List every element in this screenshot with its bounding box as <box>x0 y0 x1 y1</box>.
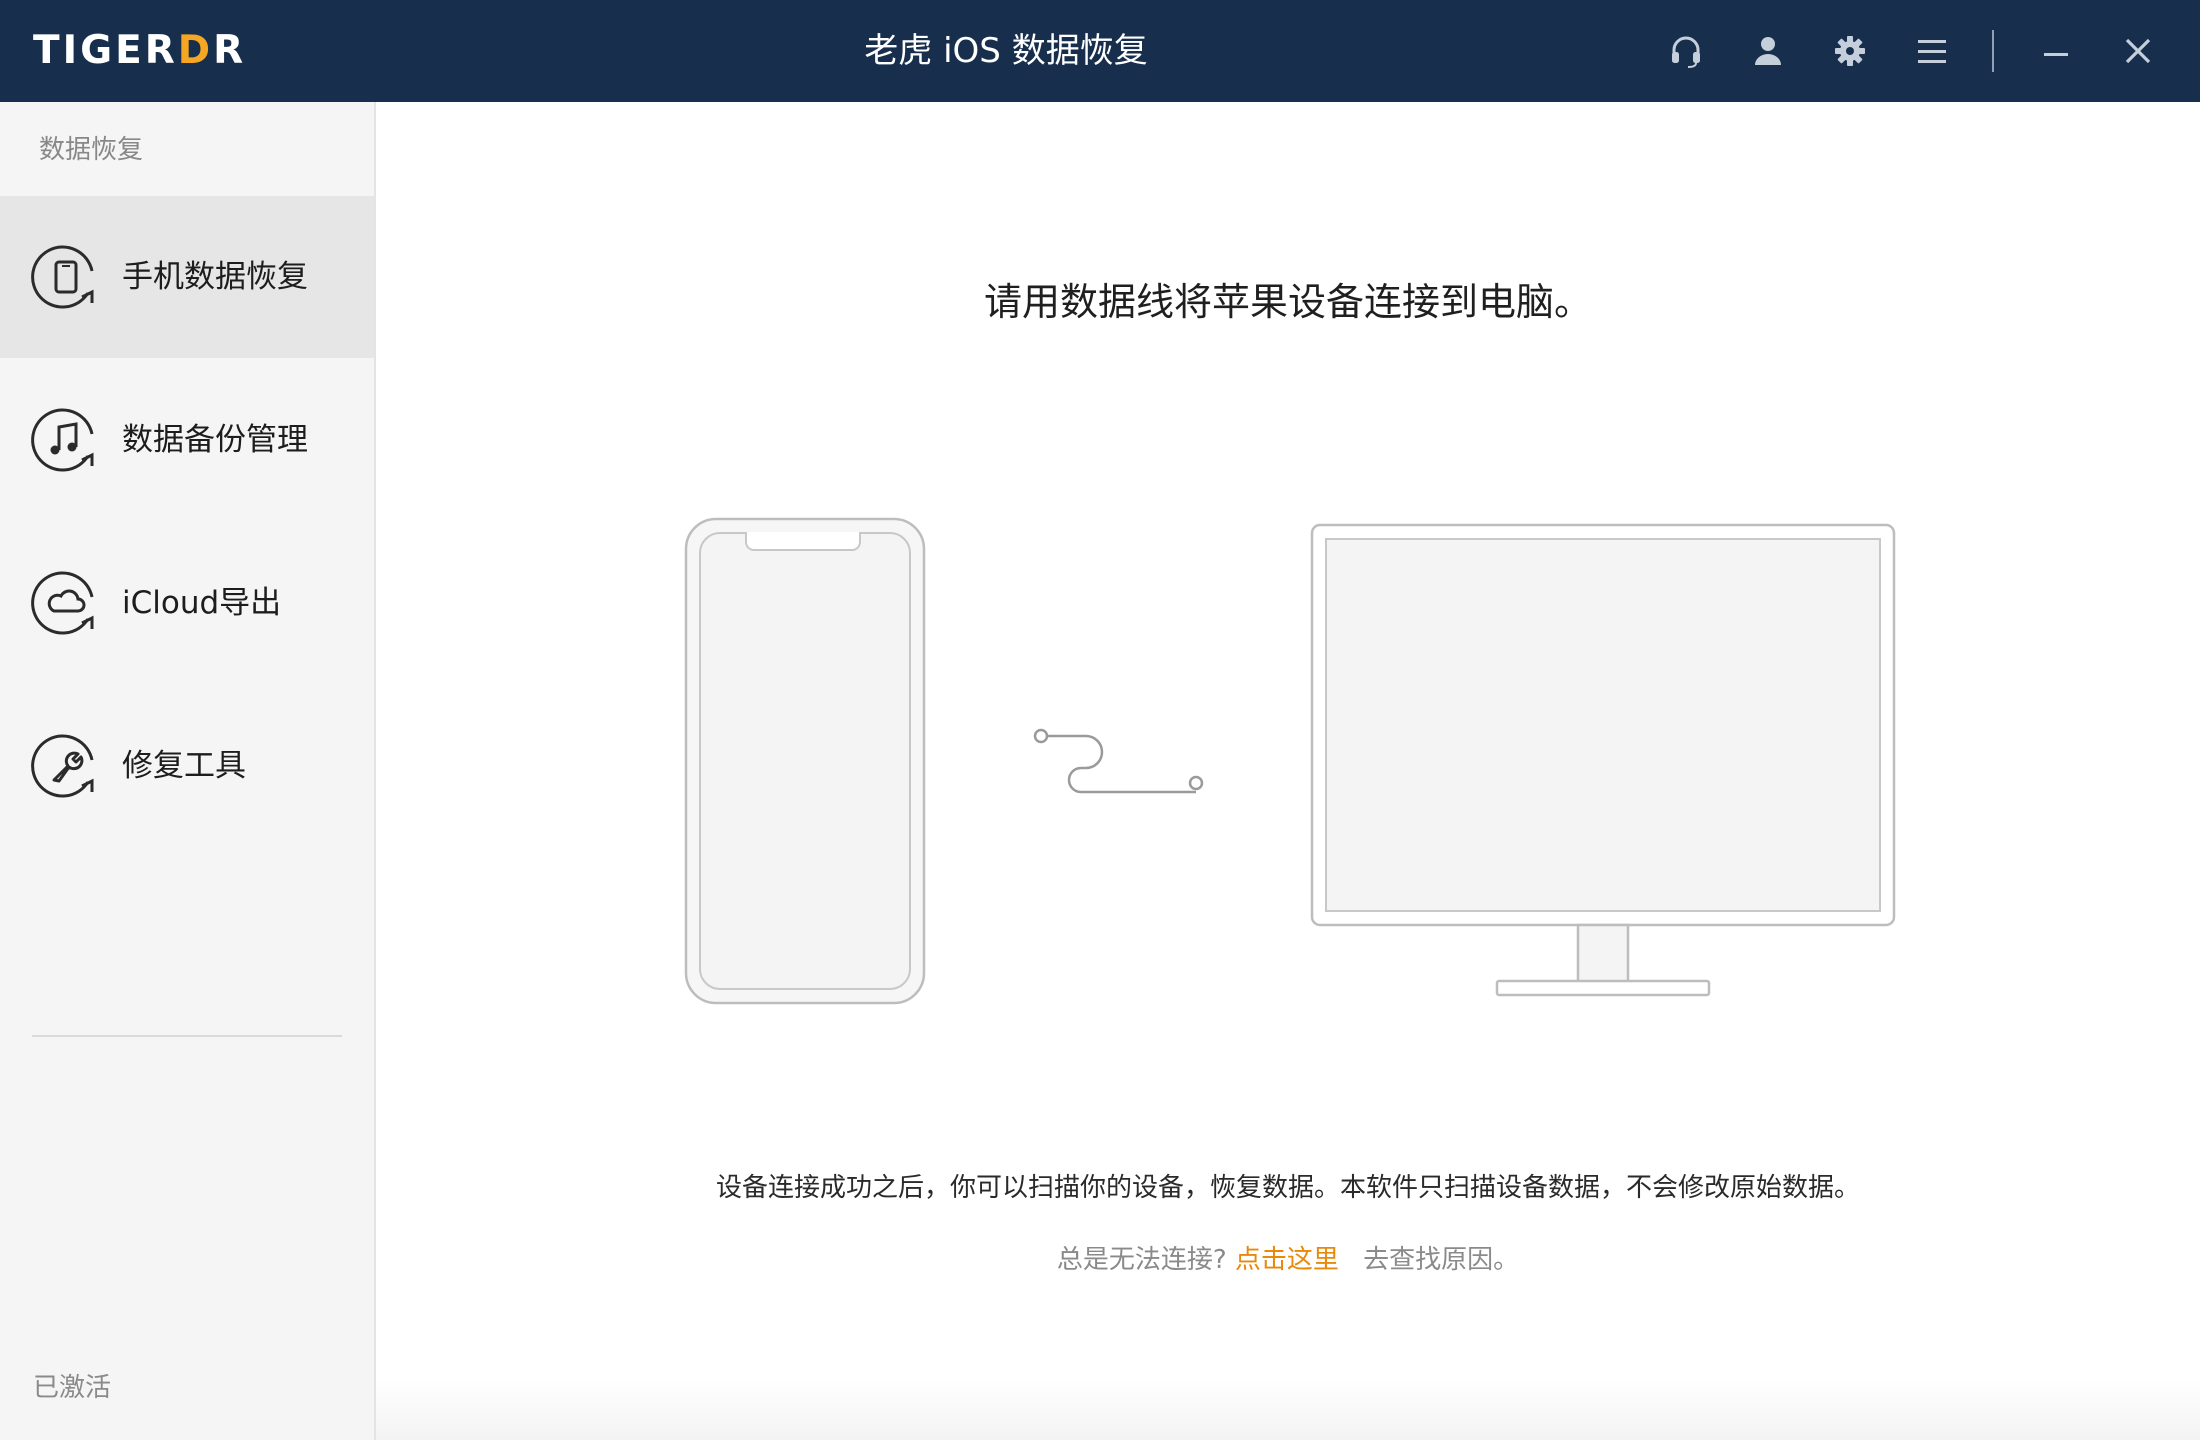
titlebar-separator <box>1992 30 1994 72</box>
help-suffix: 去查找原因。 <box>1363 1245 1520 1275</box>
sidebar: 数据恢复 手机数据恢复 数据备份管理 iCloud导出 修复工具 已激活 <box>0 102 376 1440</box>
sidebar-section-title: 数据恢复 <box>39 135 144 165</box>
activation-status: 已激活 <box>33 1373 112 1403</box>
close-icon <box>2125 38 2151 64</box>
sidebar-item-phone-recovery[interactable]: 手机数据恢复 <box>0 196 374 358</box>
menu-icon <box>1918 40 1946 63</box>
phone-recovery-icon <box>31 245 94 309</box>
title-bar: TIGERDR 老虎 iOS 数据恢复 <box>0 0 2200 102</box>
music-backup-icon <box>31 408 94 472</box>
connection-help: 总是无法连接? 点击这里 去查找原因。 <box>376 1240 2200 1280</box>
usb-cable-illustration <box>1033 728 1204 794</box>
close-button[interactable] <box>2114 27 2162 75</box>
main-content: 请用数据线将苹果设备连接到电脑。 设备连接成功之后，你可以扫描你的设备，恢复数据… <box>376 102 2200 1440</box>
sidebar-item-label: 数据备份管理 <box>122 422 308 458</box>
sidebar-item-label: iCloud导出 <box>122 585 282 621</box>
user-icon <box>1755 37 1781 65</box>
minimize-icon <box>2044 53 2068 56</box>
iphone-illustration <box>684 517 926 1005</box>
scan-description: 设备连接成功之后，你可以扫描你的设备，恢复数据。本软件只扫描设备数据，不会修改原… <box>715 1173 1860 1203</box>
account-button[interactable] <box>1744 27 1792 75</box>
menu-button[interactable] <box>1908 27 1956 75</box>
sidebar-divider <box>32 1035 342 1037</box>
support-button[interactable] <box>1662 27 1710 75</box>
help-prefix: 总是无法连接? <box>1056 1245 1227 1275</box>
cloud-export-icon <box>31 571 94 635</box>
gear-icon <box>1835 36 1865 66</box>
settings-button[interactable] <box>1826 27 1874 75</box>
monitor-illustration <box>1310 523 1896 997</box>
headset-icon <box>1672 36 1700 68</box>
wrench-repair-icon <box>31 734 94 798</box>
sidebar-item-icloud-export[interactable]: iCloud导出 <box>0 522 374 684</box>
sidebar-item-label: 修复工具 <box>122 748 246 784</box>
help-link[interactable]: 点击这里 <box>1235 1245 1339 1275</box>
sidebar-item-label: 手机数据恢复 <box>122 259 308 295</box>
sidebar-item-backup-management[interactable]: 数据备份管理 <box>0 359 374 521</box>
bottom-shade <box>376 1380 2200 1440</box>
sidebar-item-repair-tools[interactable]: 修复工具 <box>0 685 374 847</box>
window-title: 老虎 iOS 数据恢复 <box>864 31 1148 71</box>
minimize-button[interactable] <box>2032 27 2080 75</box>
